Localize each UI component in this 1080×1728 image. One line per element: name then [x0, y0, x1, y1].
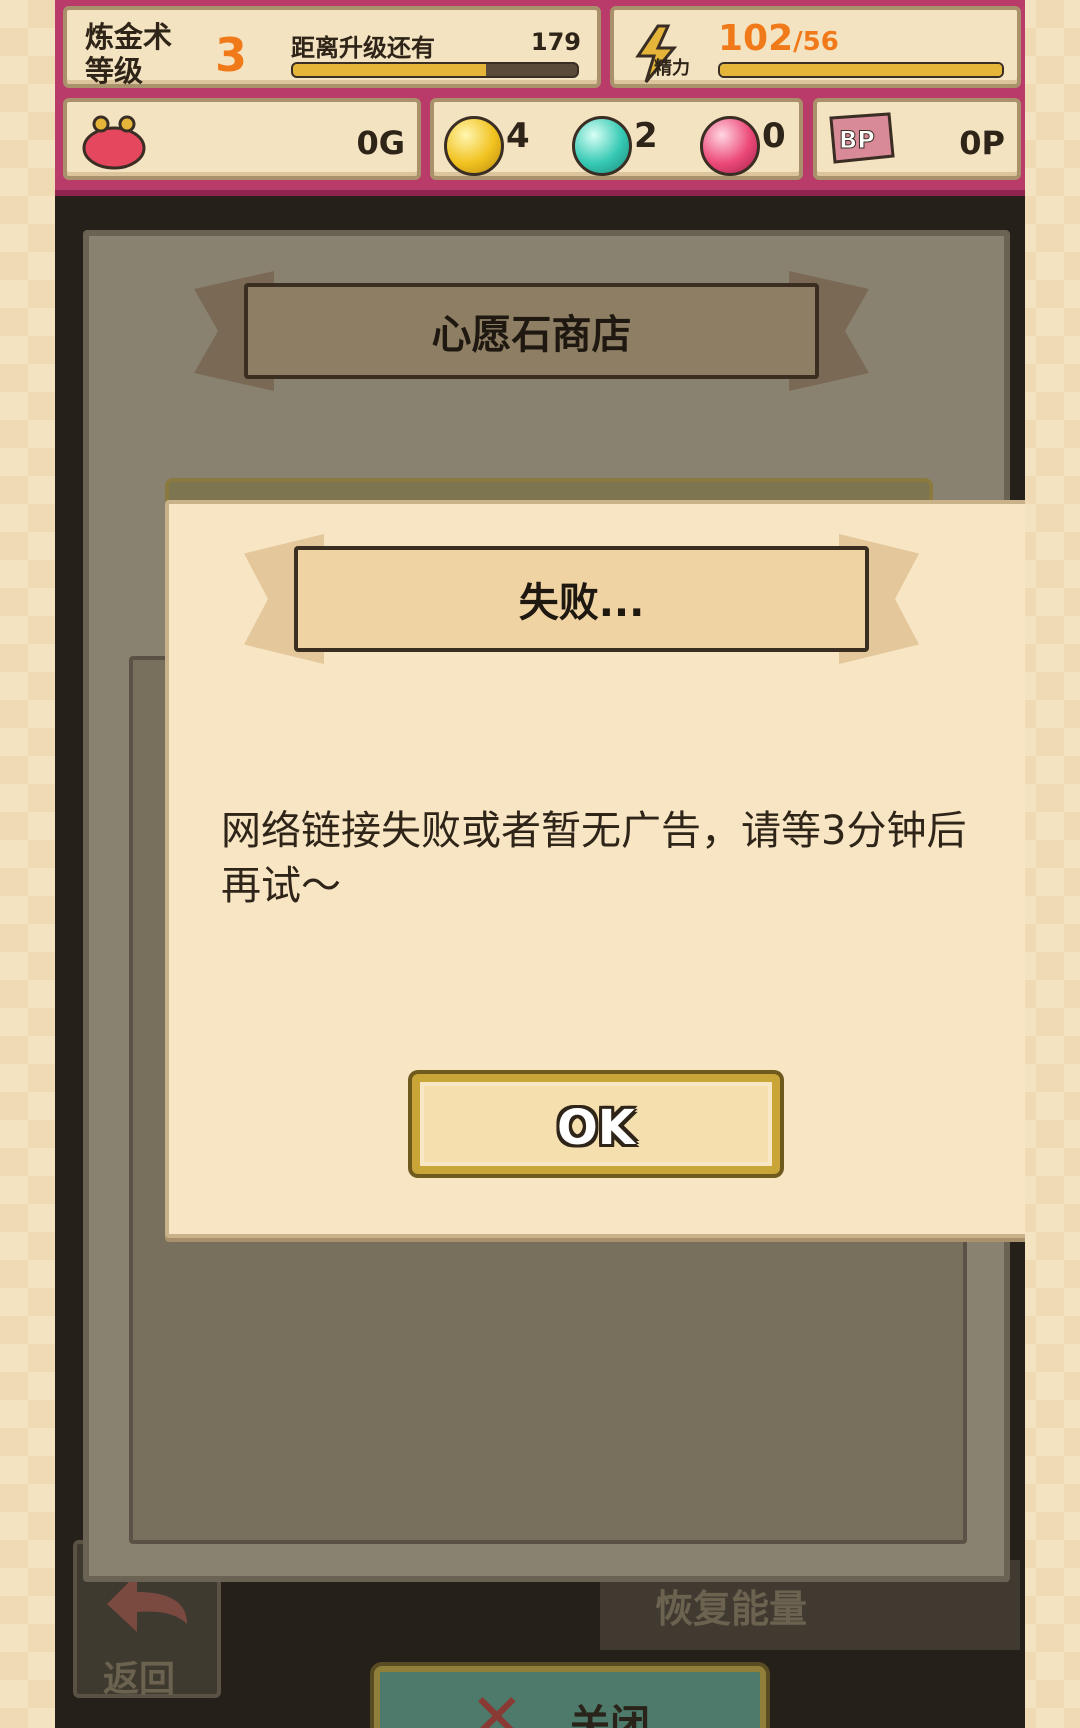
gold-panel: 0G [63, 98, 421, 180]
gold-value: 0G [356, 124, 405, 162]
pink-gem-icon [700, 116, 760, 176]
energy-panel: 精力 102/56 [610, 6, 1021, 88]
pink-gem-count: 0 [762, 116, 786, 156]
teal-gem-icon [572, 116, 632, 176]
exp-progress-bar [291, 62, 579, 78]
yellow-gem-count: 4 [506, 116, 530, 156]
alchemy-level-value: 3 [215, 28, 248, 82]
bp-flag-icon: BP [829, 112, 895, 164]
restore-energy-label: 恢复能量 [655, 1587, 808, 1631]
energy-max: /56 [793, 27, 839, 57]
alchemy-level-label: 炼金术等级 [85, 20, 173, 88]
yellow-gem-icon [444, 116, 504, 176]
energy-value-row: 102/56 [718, 18, 839, 59]
gems-panel: 4 2 0 [430, 98, 803, 180]
energy-label: 精力 [654, 58, 690, 79]
bp-panel: BP 0P [813, 98, 1021, 180]
failure-modal: 失败... 网络链接失败或者暂无广告，请等3分钟后再试～ OK [165, 500, 1025, 1238]
energy-progress-fill [720, 64, 1002, 76]
exp-progress-fill [293, 64, 487, 76]
next-level-label: 距离升级还有 [291, 34, 435, 62]
next-level-value: 179 [530, 28, 581, 56]
back-label: 返回 [103, 1659, 176, 1700]
ok-button[interactable]: OK [412, 1074, 780, 1174]
shop-title: 心愿石商店 [431, 312, 632, 358]
bp-value: 0P [959, 124, 1005, 162]
close-label: 关闭 [570, 1702, 650, 1728]
close-x-icon: ✕ [470, 1681, 524, 1728]
energy-value: 102 [718, 18, 794, 59]
game-screen: 返回 恢复能量 炼金术等级 3 距离升级还有 179 精力 102/56 0G … [55, 0, 1025, 1728]
modal-title: 失败... [518, 580, 645, 626]
close-button[interactable]: ✕ 关闭 [374, 1666, 766, 1728]
teal-gem-count: 2 [634, 116, 658, 156]
alchemy-level-panel: 炼金术等级 3 距离升级还有 179 [63, 6, 601, 88]
status-bar: 炼金术等级 3 距离升级还有 179 精力 102/56 0G 4 2 0 BP… [55, 0, 1025, 196]
energy-progress-bar [718, 62, 1004, 78]
ok-label: OK [557, 1100, 635, 1156]
coin-purse-icon [82, 115, 146, 170]
modal-message: 网络链接失败或者暂无广告，请等3分钟后再试～ [221, 808, 967, 909]
shop-title-scroll: 心愿石商店 [194, 271, 869, 391]
modal-title-scroll: 失败... [244, 534, 919, 664]
bp-icon-text: BP [839, 126, 875, 154]
